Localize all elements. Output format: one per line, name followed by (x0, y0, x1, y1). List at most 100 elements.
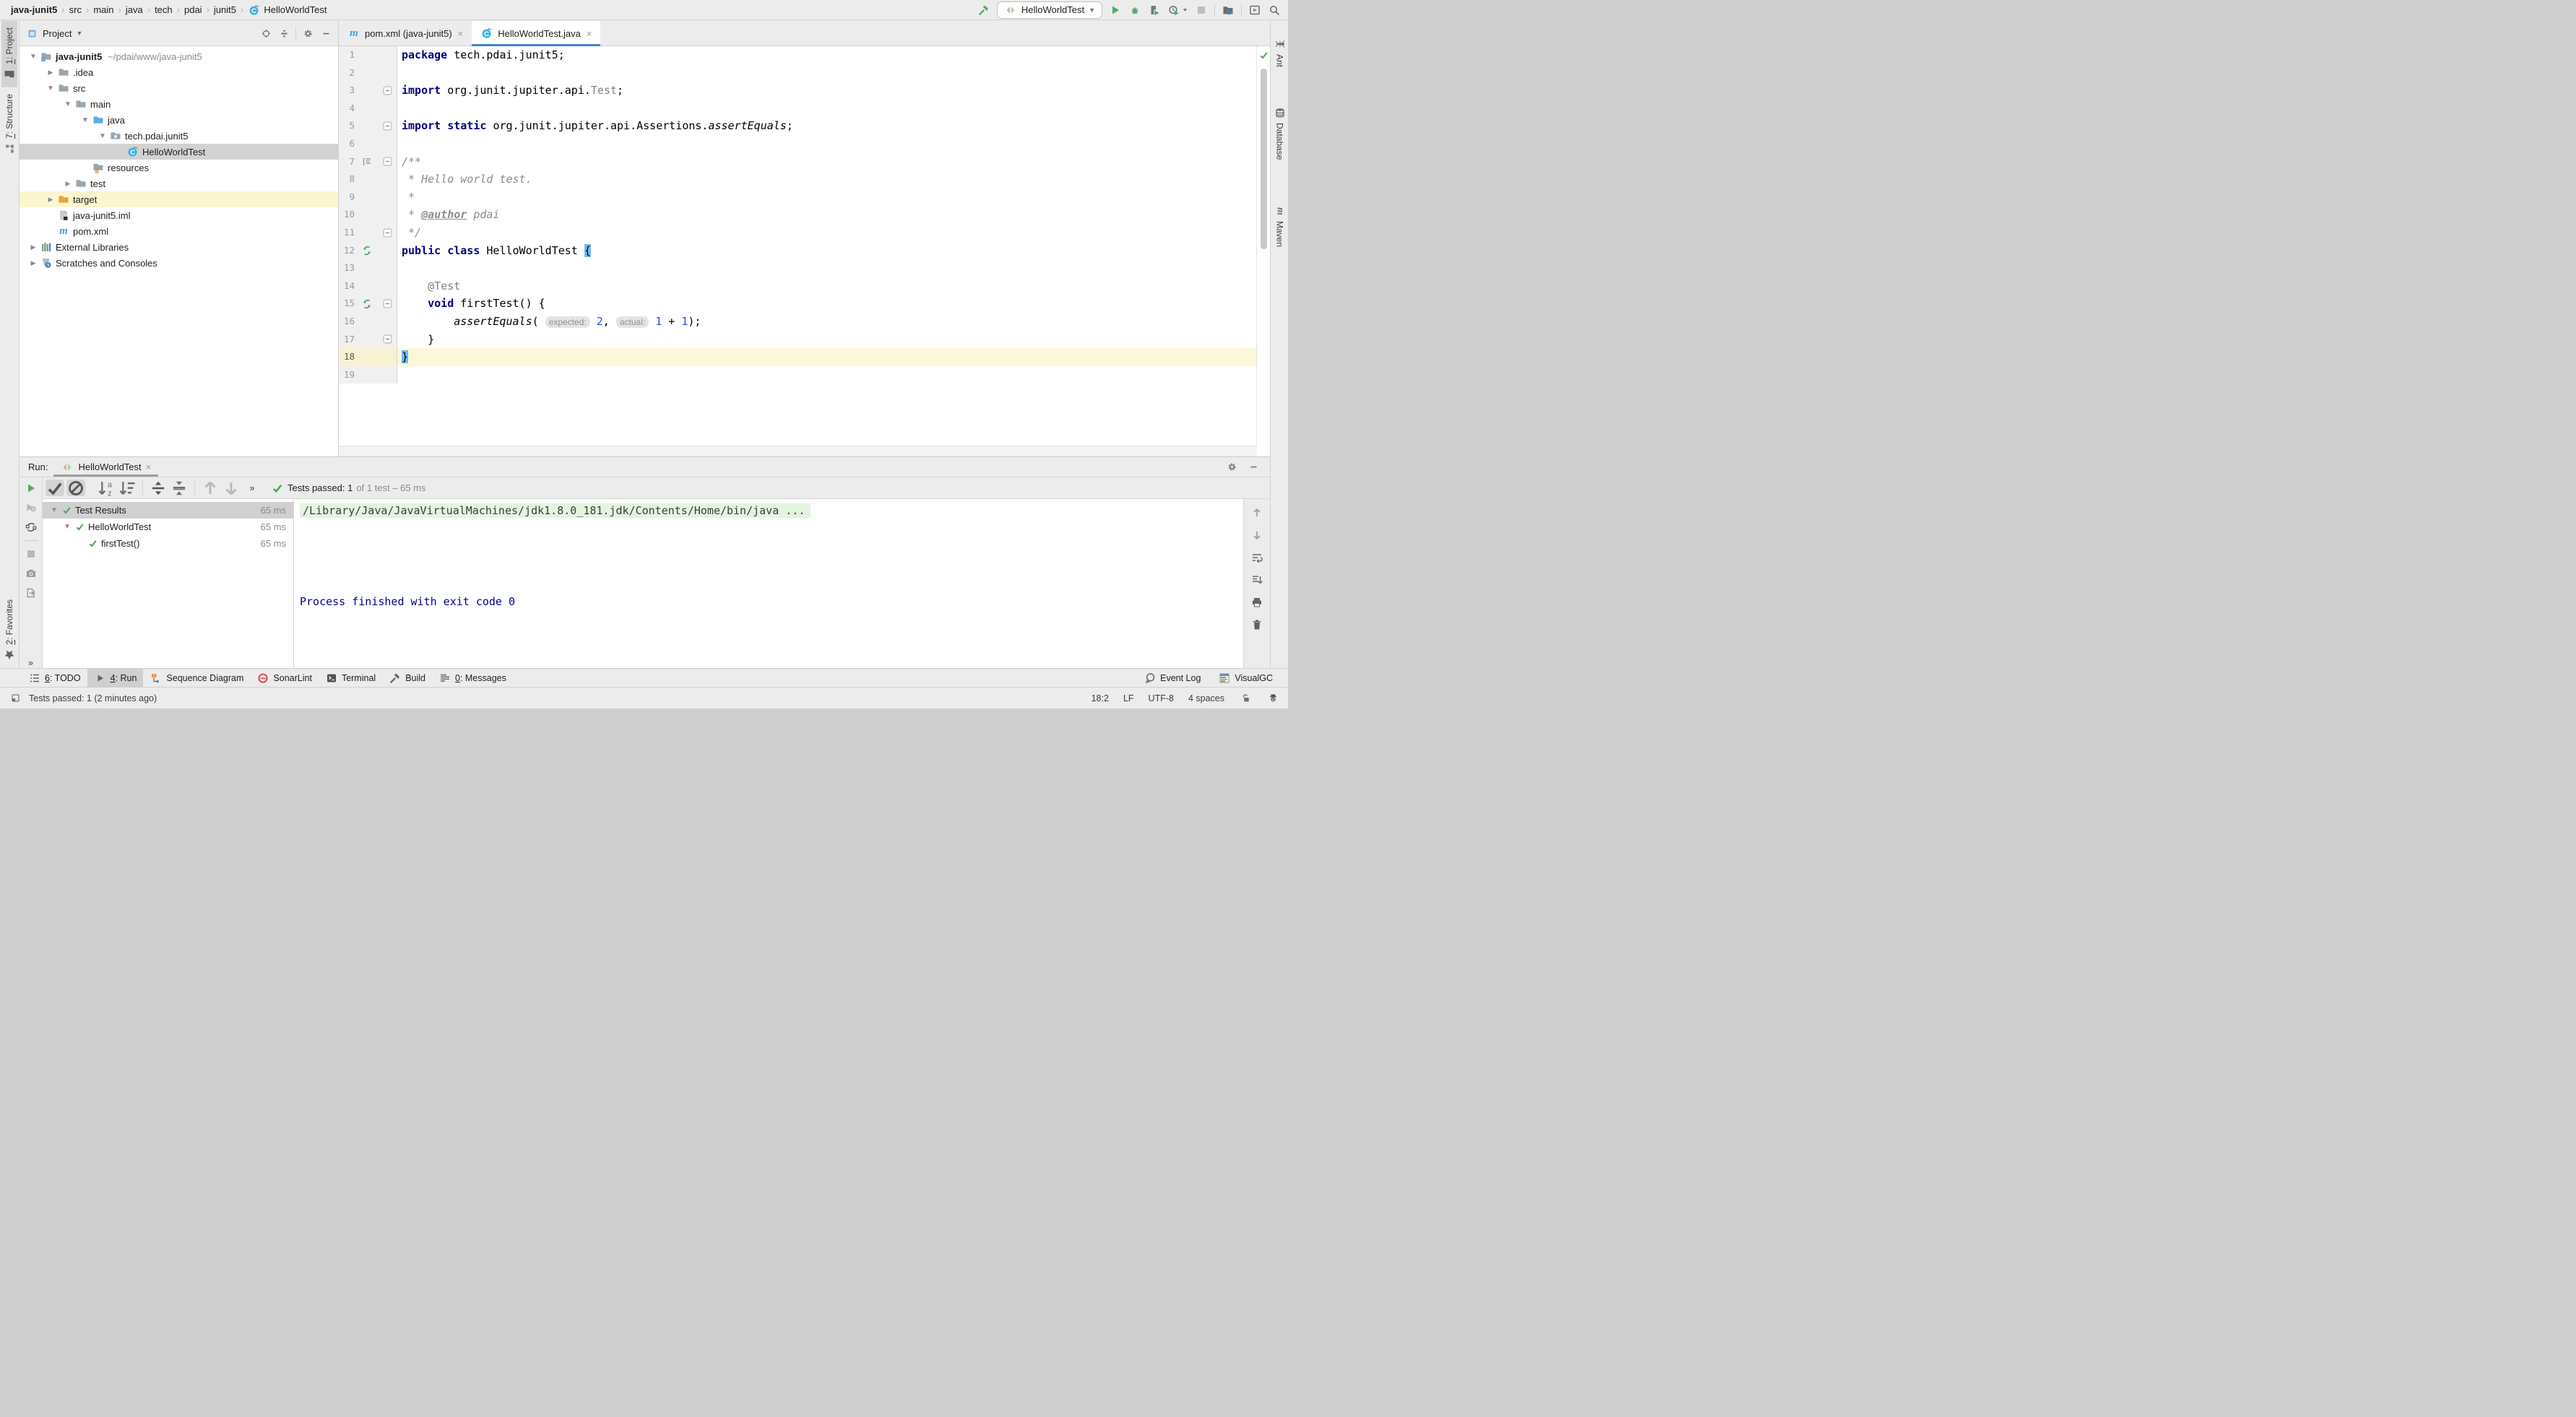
code-line-3[interactable]: 3 import org.junit.jupiter.api.Test; (339, 82, 1257, 100)
code-line-16[interactable]: 16 assertEquals( expected: 2, actual: 1 … (339, 313, 1257, 331)
code-line-10[interactable]: 10 * @author pdai (339, 206, 1257, 224)
close-tab-icon[interactable]: × (587, 28, 592, 39)
tree-item-scratches-and-consoles[interactable]: ▶ Scratches and Consoles (20, 255, 338, 271)
fold-minus-icon[interactable] (381, 155, 394, 168)
statusbar-widget-eventlog[interactable]: Event Log (1137, 669, 1207, 687)
tree-item-tech-pdai-junit5[interactable]: ▼ tech.pdai.junit5 (20, 128, 338, 144)
show-ignored-button[interactable] (66, 480, 85, 496)
breadcrumb-item[interactable]: junit5 (210, 4, 240, 15)
profiler-button[interactable] (1167, 4, 1188, 17)
breadcrumb-item[interactable]: tech (151, 4, 176, 15)
tree-toggle-icon[interactable]: ▼ (44, 84, 57, 92)
tree-item-external-libraries[interactable]: ▶ External Libraries (20, 239, 338, 255)
debug-button[interactable] (1128, 4, 1141, 17)
coverage-button[interactable] (1148, 4, 1161, 17)
code-line-14[interactable]: 14 @Test (339, 277, 1257, 295)
thread-dump-camera-button[interactable] (25, 567, 38, 580)
tree-item--idea[interactable]: ▶ .idea (20, 64, 338, 80)
toolwindow-button-terminal[interactable]: Terminal (319, 669, 382, 687)
run-test-icon[interactable] (360, 298, 373, 311)
console-command-line[interactable]: /Library/Java/JavaVirtualMachines/jdk1.8… (300, 503, 811, 518)
close-tab-icon[interactable]: × (458, 28, 464, 39)
code-line-12[interactable]: 12 public class HelloWorldTest { (339, 242, 1257, 260)
editor-tab-helloworldtest-java[interactable]: CHelloWorldTest.java× (472, 21, 600, 46)
toolwindow-button-run[interactable]: 4: Run (87, 669, 144, 687)
tree-item-test[interactable]: ▶ test (20, 176, 338, 191)
gear-button[interactable] (301, 27, 314, 40)
tree-item-helloworldtest[interactable]: C HelloWorldTest (20, 144, 338, 160)
clear-all-button[interactable] (1250, 618, 1263, 631)
breadcrumb-item[interactable]: java (122, 4, 147, 15)
breadcrumb-item[interactable]: main (90, 4, 117, 15)
tree-item-resources[interactable]: resources (20, 160, 338, 176)
stop-button[interactable] (25, 547, 38, 560)
stripe-tab-database[interactable]: Database (1272, 100, 1288, 166)
up-button[interactable] (1250, 506, 1263, 519)
line-separator[interactable]: LF (1123, 693, 1134, 703)
tree-item-java-junit5-iml[interactable]: java-junit5.iml (20, 207, 338, 223)
code-line-1[interactable]: 1 package tech.pdai.junit5; (339, 46, 1257, 64)
more-chevrons-button[interactable]: » (25, 656, 38, 669)
editor-scrollbar-thumb[interactable] (1261, 69, 1267, 249)
toolwindow-button-todo[interactable]: 6: TODO (22, 669, 87, 687)
stop-button[interactable] (1195, 4, 1208, 17)
fold-minus-icon[interactable] (381, 298, 394, 311)
search-button[interactable] (1268, 4, 1281, 17)
toolwindow-button-sequencediagram[interactable]: 1Sequence Diagram (143, 669, 250, 687)
locate-button[interactable] (259, 27, 272, 40)
sort-by-duration-button[interactable] (118, 480, 137, 496)
code-line-15[interactable]: 15 void firstTest() { (339, 295, 1257, 313)
breadcrumb-item[interactable]: CHelloWorldTest (244, 4, 330, 17)
more-chevrons2-button[interactable]: » (243, 480, 262, 496)
stripe-tab-ant[interactable]: Ant (1272, 31, 1288, 74)
rerun-failed-button[interactable]: 9 (25, 501, 38, 514)
code-line-5[interactable]: 5 import static org.junit.jupiter.api.As… (339, 117, 1257, 135)
code-line-13[interactable]: 13 (339, 259, 1257, 277)
fold-minus-icon[interactable] (381, 226, 394, 239)
code-line-17[interactable]: 17 } (339, 331, 1257, 349)
indent-setting[interactable]: 4 spaces (1188, 693, 1224, 703)
statusbar-widget-visualgc[interactable]: VisualGC (1211, 669, 1279, 687)
run-console[interactable]: /Library/Java/JavaVirtualMachines/jdk1.8… (294, 499, 1244, 669)
code-line-18[interactable]: 18 } (339, 348, 1257, 366)
tree-toggle-icon[interactable]: ▼ (79, 116, 92, 124)
hide-button[interactable] (1247, 461, 1260, 474)
toolwindow-button-messages[interactable]: 0: Messages (432, 669, 513, 687)
tree-toggle-icon[interactable]: ▶ (27, 243, 40, 251)
tree-toggle-icon[interactable]: ▼ (96, 132, 109, 140)
tree-item-main[interactable]: ▼ main (20, 96, 338, 112)
test-node-test-results[interactable]: ▼Test Results 65 ms (43, 502, 293, 519)
fold-minus-icon[interactable] (381, 84, 394, 97)
code-editor[interactable]: 1 package tech.pdai.junit5; 2 3 import o… (339, 46, 1257, 446)
breadcrumb-item[interactable]: java-junit5 (7, 4, 61, 15)
run-tab[interactable]: HelloWorldTest× (53, 457, 158, 477)
editor-tab-pom-xml--java-junit5-[interactable]: mpom.xml (java-junit5)× (339, 21, 472, 46)
toggle-auto-test-button[interactable] (25, 521, 38, 534)
fold-minus-icon[interactable] (381, 333, 394, 346)
fold-minus-icon[interactable] (381, 120, 394, 133)
run-configuration-select[interactable]: HelloWorldTest▼ (997, 1, 1102, 19)
test-node-firsttest--[interactable]: firstTest() 65 ms (43, 535, 293, 552)
code-line-19[interactable]: 19 (339, 366, 1257, 384)
run-test-icon[interactable] (360, 244, 373, 257)
scroll-to-end-button[interactable] (1250, 573, 1263, 586)
code-line-7[interactable]: 7 /** (339, 153, 1257, 171)
collapse-all-button[interactable] (170, 480, 189, 496)
tree-toggle-icon[interactable]: ▶ (61, 180, 74, 188)
editor-hscrollbar[interactable] (339, 446, 1257, 456)
code-line-9[interactable]: 9 * (339, 188, 1257, 207)
stripe-tab-maven[interactable]: mMaven (1272, 198, 1288, 254)
ide-fatal-errors-icon[interactable] (1266, 692, 1279, 705)
code-line-8[interactable]: 8 * Hello world test. (339, 170, 1257, 188)
run-window-button[interactable] (1248, 4, 1261, 17)
tree-item-target[interactable]: ▶ target (20, 191, 338, 207)
tree-toggle-icon[interactable]: ▶ (44, 196, 57, 204)
tree-toggle-icon[interactable]: ▶ (27, 259, 40, 267)
export-test-results-button[interactable] (25, 586, 38, 599)
unlock-icon[interactable] (1239, 692, 1252, 705)
project-structure-button[interactable] (1222, 4, 1235, 17)
toolwindow-button-build[interactable]: Build (382, 669, 432, 687)
stripe-tab-project[interactable]: 1: Project (1, 21, 17, 87)
breadcrumb-item[interactable]: pdai (181, 4, 206, 15)
code-line-6[interactable]: 6 (339, 135, 1257, 153)
